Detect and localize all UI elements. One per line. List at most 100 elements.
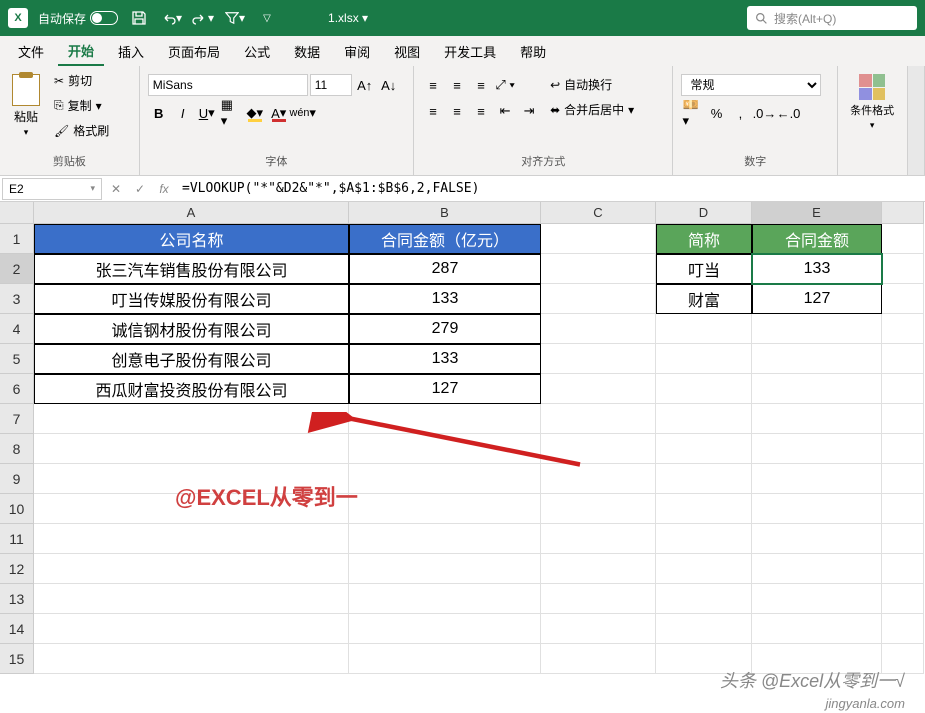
cell-B2[interactable]: 287	[349, 254, 541, 284]
ribbon-overflow[interactable]	[908, 66, 925, 175]
qat-overflow[interactable]: ▽	[256, 7, 278, 29]
font-color-button[interactable]: A ▾	[268, 102, 290, 124]
cell-C6[interactable]	[541, 374, 656, 404]
row-header-11[interactable]: 11	[0, 524, 34, 554]
increase-font-icon[interactable]: A↑	[354, 74, 376, 96]
align-top-icon[interactable]: ≡	[422, 74, 444, 96]
orientation-icon[interactable]: ⤢ ▾	[494, 74, 516, 96]
formula-input[interactable]: =VLOOKUP("*"&D2&"*",$A$1:$B$6,2,FALSE)	[176, 181, 925, 196]
row-header-13[interactable]: 13	[0, 584, 34, 614]
cell-C2[interactable]	[541, 254, 656, 284]
wrap-text-button[interactable]: ↩ 自动换行	[546, 74, 638, 95]
menu-layout[interactable]: 页面布局	[158, 38, 230, 65]
row-header-9[interactable]: 9	[0, 464, 34, 494]
cell-F1[interactable]	[882, 224, 924, 254]
number-format-select[interactable]: 常规	[681, 74, 821, 96]
col-header-C[interactable]: C	[541, 202, 656, 224]
underline-button[interactable]: U ▾	[196, 102, 218, 124]
row-header-15[interactable]: 15	[0, 644, 34, 674]
bold-button[interactable]: B	[148, 102, 170, 124]
row-header-14[interactable]: 14	[0, 614, 34, 644]
row-header-5[interactable]: 5	[0, 344, 34, 374]
menu-view[interactable]: 视图	[384, 38, 430, 65]
menu-insert[interactable]: 插入	[108, 38, 154, 65]
spreadsheet-grid[interactable]: A B C D E 1 公司名称 合同金额（亿元） 简称 合同金额 2 张三汽车…	[0, 202, 925, 674]
italic-button[interactable]: I	[172, 102, 194, 124]
cell-A6[interactable]: 西瓜财富投资股份有限公司	[34, 374, 349, 404]
cell-E1[interactable]: 合同金额	[752, 224, 882, 254]
cell-A5[interactable]: 创意电子股份有限公司	[34, 344, 349, 374]
phonetic-button[interactable]: wén ▾	[292, 102, 314, 124]
row-header-12[interactable]: 12	[0, 554, 34, 584]
name-box[interactable]: E2 ▾	[2, 178, 102, 200]
indent-increase-icon[interactable]: ⇥	[518, 100, 540, 122]
cut-button[interactable]: ✂ 剪切	[50, 70, 113, 91]
cell-D3[interactable]: 财富	[656, 284, 752, 314]
col-header-B[interactable]: B	[349, 202, 541, 224]
cell-D6[interactable]	[656, 374, 752, 404]
row-header-8[interactable]: 8	[0, 434, 34, 464]
col-header-D[interactable]: D	[656, 202, 752, 224]
row-header-3[interactable]: 3	[0, 284, 34, 314]
row-header-1[interactable]: 1	[0, 224, 34, 254]
cell-D5[interactable]	[656, 344, 752, 374]
fill-color-button[interactable]: ◆ ▾	[244, 102, 266, 124]
comma-icon[interactable]: ,	[729, 102, 751, 124]
row-header-2[interactable]: 2	[0, 254, 34, 284]
undo-icon[interactable]: ▾	[160, 7, 182, 29]
menu-formula[interactable]: 公式	[234, 38, 280, 65]
font-family-select[interactable]	[148, 74, 308, 96]
col-header-A[interactable]: A	[34, 202, 349, 224]
filter-icon[interactable]: ▾	[224, 7, 246, 29]
cell-F6[interactable]	[882, 374, 924, 404]
select-all-corner[interactable]	[0, 202, 34, 224]
increase-decimal-icon[interactable]: .0→	[753, 102, 775, 124]
cancel-formula-icon[interactable]: ✕	[104, 178, 128, 200]
cell-B5[interactable]: 133	[349, 344, 541, 374]
menu-data[interactable]: 数据	[284, 38, 330, 65]
col-header-E[interactable]: E	[752, 202, 882, 224]
cell-E5[interactable]	[752, 344, 882, 374]
menu-help[interactable]: 帮助	[510, 38, 556, 65]
autosave-toggle[interactable]: 自动保存	[38, 10, 118, 27]
row-header-6[interactable]: 6	[0, 374, 34, 404]
align-middle-icon[interactable]: ≡	[446, 74, 468, 96]
cell-C1[interactable]	[541, 224, 656, 254]
cell-D1[interactable]: 简称	[656, 224, 752, 254]
save-icon[interactable]	[128, 7, 150, 29]
fx-icon[interactable]: fx	[152, 178, 176, 200]
cell-A4[interactable]: 诚信钢材股份有限公司	[34, 314, 349, 344]
confirm-formula-icon[interactable]: ✓	[128, 178, 152, 200]
menu-home[interactable]: 开始	[58, 37, 104, 66]
cell-D4[interactable]	[656, 314, 752, 344]
cell-A1[interactable]: 公司名称	[34, 224, 349, 254]
align-left-icon[interactable]: ≡	[422, 100, 444, 122]
decrease-font-icon[interactable]: A↓	[378, 74, 400, 96]
align-bottom-icon[interactable]: ≡	[470, 74, 492, 96]
cell-B1[interactable]: 合同金额（亿元）	[349, 224, 541, 254]
conditional-format-button[interactable]: 条件格式 ▾	[846, 70, 898, 135]
cell-F2[interactable]	[882, 254, 924, 284]
decrease-decimal-icon[interactable]: ←.0	[777, 102, 799, 124]
redo-icon[interactable]: ▾	[192, 7, 214, 29]
cell-C5[interactable]	[541, 344, 656, 374]
cell-B6[interactable]: 127	[349, 374, 541, 404]
cell-B4[interactable]: 279	[349, 314, 541, 344]
search-box[interactable]: 搜索(Alt+Q)	[747, 6, 917, 30]
toggle-icon[interactable]	[90, 11, 118, 25]
row-header-7[interactable]: 7	[0, 404, 34, 434]
cell-A2[interactable]: 张三汽车销售股份有限公司	[34, 254, 349, 284]
cell-C4[interactable]	[541, 314, 656, 344]
currency-icon[interactable]: 💴 ▾	[681, 102, 703, 124]
row-header-10[interactable]: 10	[0, 494, 34, 524]
merge-center-button[interactable]: ⬌ 合并后居中 ▾	[546, 99, 638, 120]
cell-E4[interactable]	[752, 314, 882, 344]
cell-A3[interactable]: 叮当传媒股份有限公司	[34, 284, 349, 314]
cell-F5[interactable]	[882, 344, 924, 374]
border-button[interactable]: ▦ ▾	[220, 102, 242, 124]
cell-E2[interactable]: 133	[752, 254, 882, 284]
menu-dev[interactable]: 开发工具	[434, 38, 506, 65]
cell-E6[interactable]	[752, 374, 882, 404]
menu-file[interactable]: 文件	[8, 38, 54, 65]
menu-review[interactable]: 审阅	[334, 38, 380, 65]
